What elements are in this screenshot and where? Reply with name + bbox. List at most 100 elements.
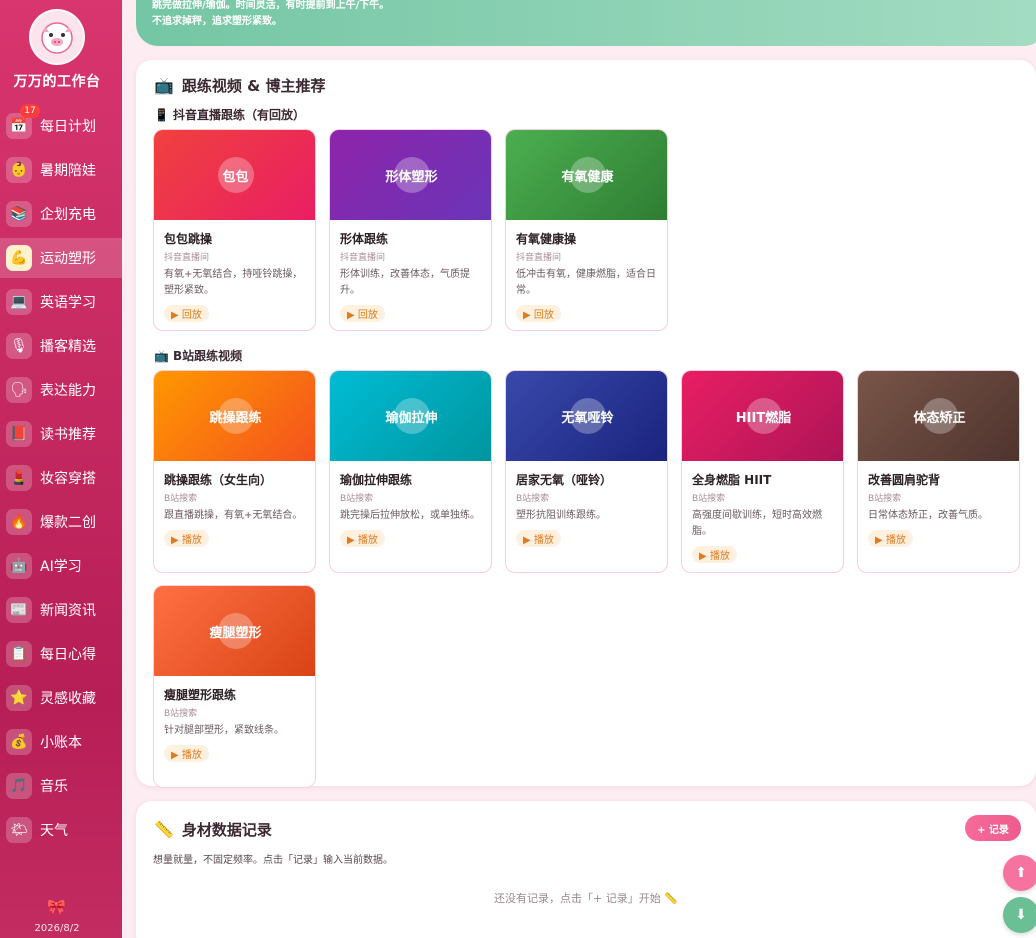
video-thumbnail[interactable]: 无氧哑铃 [506, 371, 667, 461]
play-button[interactable]: ▶ 播放 [868, 530, 913, 547]
card-source: 抖音直播间 [340, 253, 386, 263]
thumbnail-title: 无氧哑铃 [561, 410, 614, 426]
sidebar-item[interactable]: ⭐ 灵感收藏 [0, 678, 122, 718]
play-button[interactable]: ▶ 回放 [340, 305, 385, 322]
scroll-bottom-button[interactable]: ⬇ [1003, 897, 1036, 933]
sidebar-date: 2026/8/2 [34, 923, 80, 934]
card-body: 全身燃脂 HIIT B站搜索 高强度间歇训练，短时高效燃脂。 ▶ 播放 [682, 461, 843, 563]
sidebar-item-label: 妆容穿搭 [40, 471, 96, 487]
card-description: 形体训练，改善体态，气质提升。 [340, 269, 470, 296]
sidebar-item-icon: 🔥 [6, 509, 32, 535]
sidebar-item-label: AI学习 [40, 559, 82, 575]
sidebar-item-label: 暑期陪娃 [40, 163, 96, 179]
video-card[interactable]: 无氧哑铃居家无氧（哑铃） B站搜索 塑形抗阻训练跟练。 ▶ 播放 [505, 370, 668, 573]
sidebar-item[interactable]: 📋 每日心得 [0, 634, 122, 674]
sidebar-item[interactable]: 📕 读书推荐 [0, 414, 122, 454]
video-card[interactable]: 有氧健康 有氧健康操 抖音直播间 低冲击有氧，健康燃脂，适合日常。 ▶ 回放 [505, 129, 668, 331]
bili-subtitle: 📺 B站跟练视频 [154, 347, 242, 364]
play-button[interactable]: ▶ 播放 [164, 745, 209, 762]
card-source: B站搜索 [164, 709, 198, 719]
sidebar-item-label: 新闻资讯 [40, 603, 96, 619]
card-body: 跳操跟练（女生向） B站搜索 跟直播跳操，有氧+无氧结合。 ▶ 播放 [154, 461, 315, 547]
card-title: 全身燃脂 HIIT [692, 473, 772, 487]
sidebar-item[interactable]: 🗣 表达能力 [0, 370, 122, 410]
card-body: 包包跳操 抖音直播间 有氧+无氧结合，持哑铃跳操，塑形紧致。 ▶ 回放 [154, 220, 315, 322]
play-button[interactable]: ▶ 播放 [692, 546, 737, 563]
sidebar-item-label: 每日心得 [40, 647, 96, 663]
body-data-title: 📏 身材数据记录 [154, 819, 272, 840]
card-title: 瑜伽拉伸跟练 [340, 473, 413, 487]
sidebar-item[interactable]: 💻 英语学习 [0, 282, 122, 322]
video-card[interactable]: 体态矫正 改善圆肩驼背 B站搜索 日常体态矫正，改善气质。 ▶ 播放 [857, 370, 1020, 573]
tips-banner: 跳完做拉伸/瑜伽。时间灵活，有时提前到上午/下午。 不追求掉秤，追求塑形紧致。 [136, 0, 1036, 46]
card-description: 日常体态矫正，改善气质。 [868, 510, 988, 521]
sidebar-item[interactable]: 📅 17 每日计划 [0, 104, 122, 146]
tv-icon: 📺 [154, 348, 169, 363]
play-button[interactable]: ▶ 播放 [340, 530, 385, 547]
sidebar-item[interactable]: 🤖 AI学习 [0, 546, 122, 586]
sidebar-item[interactable]: 📚 企划充电 [0, 194, 122, 234]
video-card[interactable]: 跳操跟练 跳操跟练（女生向） B站搜索 跟直播跳操，有氧+无氧结合。 ▶ 播放 [153, 370, 316, 573]
sidebar-item[interactable]: 👶 暑期陪娃 [0, 150, 122, 190]
video-thumbnail[interactable]: 有氧健康 [506, 130, 667, 220]
video-thumbnail[interactable]: HIIT燃脂 [682, 371, 843, 461]
phone-icon: 📱 [154, 107, 169, 122]
video-thumbnail[interactable]: 包包 [154, 130, 315, 220]
sidebar-item[interactable]: 💪 运动塑形 [0, 238, 122, 278]
sidebar-item[interactable]: 🌤 天气 [0, 810, 122, 850]
douyin-subtitle: 📱 抖音直播跟练（有回放） [154, 106, 305, 123]
card-description: 针对腿部塑形，紧致线条。 [164, 725, 284, 736]
video-thumbnail[interactable]: 跳操跟练 [154, 371, 315, 461]
card-source: B站搜索 [692, 494, 726, 504]
video-card[interactable]: 瘦腿塑形 瘦腿塑形跟练 B站搜索 针对腿部塑形，紧致线条。 ▶ 播放 [153, 585, 316, 788]
video-card[interactable]: 包包 包包跳操 抖音直播间 有氧+无氧结合，持哑铃跳操，塑形紧致。 ▶ 回放 [153, 129, 316, 331]
play-button[interactable]: ▶ 播放 [516, 530, 561, 547]
videos-title-text: 跟练视频 & 博主推荐 [181, 77, 326, 95]
app-logo[interactable] [29, 9, 85, 65]
sidebar-item[interactable]: 🔥 爆款二创 [0, 502, 122, 542]
sidebar-item-icon: 📰 [6, 597, 32, 623]
sidebar-item-icon: 🎵 [6, 773, 32, 799]
sidebar-item-label: 读书推荐 [40, 427, 96, 443]
video-thumbnail[interactable]: 体态矫正 [858, 371, 1019, 461]
ruler-icon: 📏 [154, 820, 174, 839]
arrow-down-icon: ⬇ [1015, 907, 1027, 923]
sidebar-item-label: 企划充电 [40, 207, 96, 223]
video-thumbnail[interactable]: 瘦腿塑形 [154, 586, 315, 676]
sidebar-item[interactable]: 🎵 音乐 [0, 766, 122, 806]
body-data-title-text: 身材数据记录 [181, 821, 272, 839]
add-record-button[interactable]: + 记录 [965, 815, 1021, 841]
app-title: 万万的工作台 [13, 74, 101, 90]
video-thumbnail[interactable]: 瑜伽拉伸 [330, 371, 491, 461]
card-source: B站搜索 [516, 494, 550, 504]
play-button[interactable]: ▶ 播放 [164, 530, 209, 547]
sidebar-item[interactable]: 📰 新闻资讯 [0, 590, 122, 630]
empty-state: 还没有记录，点击「+ 记录」开始 📏 [494, 892, 678, 905]
card-source: B站搜索 [164, 494, 198, 504]
play-button[interactable]: ▶ 回放 [516, 305, 561, 322]
thumbnail-title: 有氧健康 [561, 169, 614, 185]
thumbnail-title: 形体塑形 [385, 169, 438, 185]
card-title: 包包跳操 [164, 232, 213, 246]
sidebar-item[interactable]: 💰 小账本 [0, 722, 122, 762]
video-thumbnail[interactable]: 形体塑形 [330, 130, 491, 220]
sidebar-item-label: 小账本 [40, 735, 82, 751]
scroll-top-button[interactable]: ⬆ [1003, 855, 1036, 891]
bili-subtitle-text: B站跟练视频 [172, 349, 243, 363]
sidebar-item-icon: 🤖 [6, 553, 32, 579]
card-body: 形体跟练 抖音直播间 形体训练，改善体态，气质提升。 ▶ 回放 [330, 220, 491, 322]
card-source: 抖音直播间 [516, 253, 562, 263]
videos-title: 📺 跟练视频 & 博主推荐 [154, 75, 325, 96]
sidebar-item-icon: 👶 [6, 157, 32, 183]
sidebar-item[interactable]: 🎙 播客精选 [0, 326, 122, 366]
card-body: 瑜伽拉伸跟练 B站搜索 跳完操后拉伸放松，或单独练。 ▶ 播放 [330, 461, 491, 547]
video-card[interactable]: 形体塑形 形体跟练 抖音直播间 形体训练，改善体态，气质提升。 ▶ 回放 [329, 129, 492, 331]
play-button[interactable]: ▶ 回放 [164, 305, 209, 322]
card-body: 居家无氧（哑铃） B站搜索 塑形抗阻训练跟练。 ▶ 播放 [506, 461, 667, 547]
sidebar-item[interactable]: 💄 妆容穿搭 [0, 458, 122, 498]
video-card[interactable]: HIIT燃脂 全身燃脂 HIIT B站搜索 高强度间歇训练，短时高效燃脂。 ▶ 播放 [681, 370, 844, 573]
video-card[interactable]: 瑜伽拉伸 瑜伽拉伸跟练 B站搜索 跳完操后拉伸放松，或单独练。 ▶ 播放 [329, 370, 492, 573]
notification-badge: 17 [20, 104, 40, 118]
body-data-hint: 想量就量，不固定频率。点击「记录」输入当前数据。 [153, 855, 393, 866]
thumbnail-title: HIIT燃脂 [735, 410, 792, 426]
